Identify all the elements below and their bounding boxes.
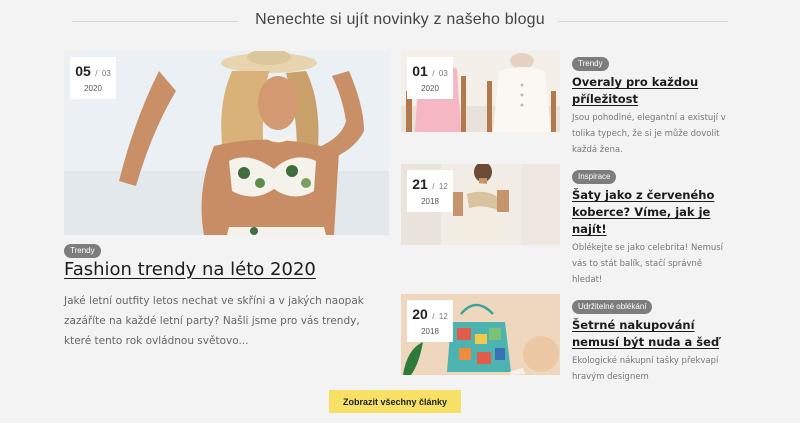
post-excerpt: Oblékejte se jako celebrita! Nemusí vás … xyxy=(572,243,724,285)
featured-article[interactable]: 05 / 03 2020 Trendy Fashion trendy na lé… xyxy=(64,51,389,347)
post-title-link[interactable]: Šaty jako z červeného koberce? Víme, jak… xyxy=(572,187,730,238)
post-date-badge: 21 / 12 2018 xyxy=(407,170,453,212)
post-info: Udržitelné oblékání Šetrné nakupování ne… xyxy=(572,294,730,385)
date-year: 2020 xyxy=(84,84,102,93)
post-excerpt: Jsou pohodlné, elegantní a existují v to… xyxy=(572,113,726,155)
post-image[interactable]: 21 / 12 2018 xyxy=(401,164,560,245)
date-year: 2018 xyxy=(421,197,439,206)
post-category-tag[interactable]: Trendy xyxy=(572,57,609,71)
featured-category-tag[interactable]: Trendy xyxy=(64,244,101,258)
date-separator: / xyxy=(432,69,435,78)
featured-image[interactable]: 05 / 03 2020 xyxy=(64,51,389,235)
featured-date-badge: 05 / 03 2020 xyxy=(70,57,116,99)
date-year: 2020 xyxy=(421,84,439,93)
post-category-tag[interactable]: Inspirace xyxy=(572,170,617,184)
post-excerpt: Ekologické nákupní tašky překvapí hravým… xyxy=(572,356,719,382)
post-date-badge: 20 / 12 2018 xyxy=(407,300,453,342)
show-all-articles-button[interactable]: Zobrazit všechny články xyxy=(329,390,461,413)
section-header: Nenechte si ujít novinky z našeho blogu xyxy=(72,8,728,34)
header-divider-right xyxy=(558,21,728,22)
post-image[interactable]: 20 / 12 2018 xyxy=(401,294,560,375)
blog-post[interactable]: 20 / 12 2018 Udržitelné oblékání Šetrné … xyxy=(401,294,731,384)
blog-post[interactable]: 21 / 12 2018 Inspirace Šaty jako z červe… xyxy=(401,164,731,285)
date-day: 01 xyxy=(412,63,428,79)
section-title: Nenechte si ujít novinky z našeho blogu xyxy=(255,11,545,28)
post-title-link[interactable]: Šetrné nakupování nemusí být nuda a šeď xyxy=(572,317,730,351)
date-month: 03 xyxy=(438,69,448,78)
featured-title-link[interactable]: Fashion trendy na léto 2020 xyxy=(64,259,389,280)
post-category-tag[interactable]: Udržitelné oblékání xyxy=(572,300,653,314)
date-separator: / xyxy=(432,182,435,191)
post-image[interactable]: 01 / 03 2020 xyxy=(401,51,560,132)
post-info: Trendy Overaly pro každou příležitost Js… xyxy=(572,51,730,158)
date-separator: / xyxy=(432,312,435,321)
post-info: Inspirace Šaty jako z červeného koberce?… xyxy=(572,164,730,288)
date-month: 12 xyxy=(438,312,448,321)
date-year: 2018 xyxy=(421,327,439,336)
date-separator: / xyxy=(95,69,98,78)
featured-excerpt: Jaké letní outfity letos nechat ve skřín… xyxy=(64,295,364,347)
date-day: 05 xyxy=(75,63,91,79)
post-title-link[interactable]: Overaly pro každou příležitost xyxy=(572,74,730,108)
date-day: 21 xyxy=(412,176,428,192)
date-month: 03 xyxy=(101,69,111,78)
date-month: 12 xyxy=(438,182,448,191)
date-day: 20 xyxy=(412,306,428,322)
blog-post[interactable]: 01 / 03 2020 Trendy Overaly pro každou p… xyxy=(401,51,731,155)
post-date-badge: 01 / 03 2020 xyxy=(407,57,453,99)
